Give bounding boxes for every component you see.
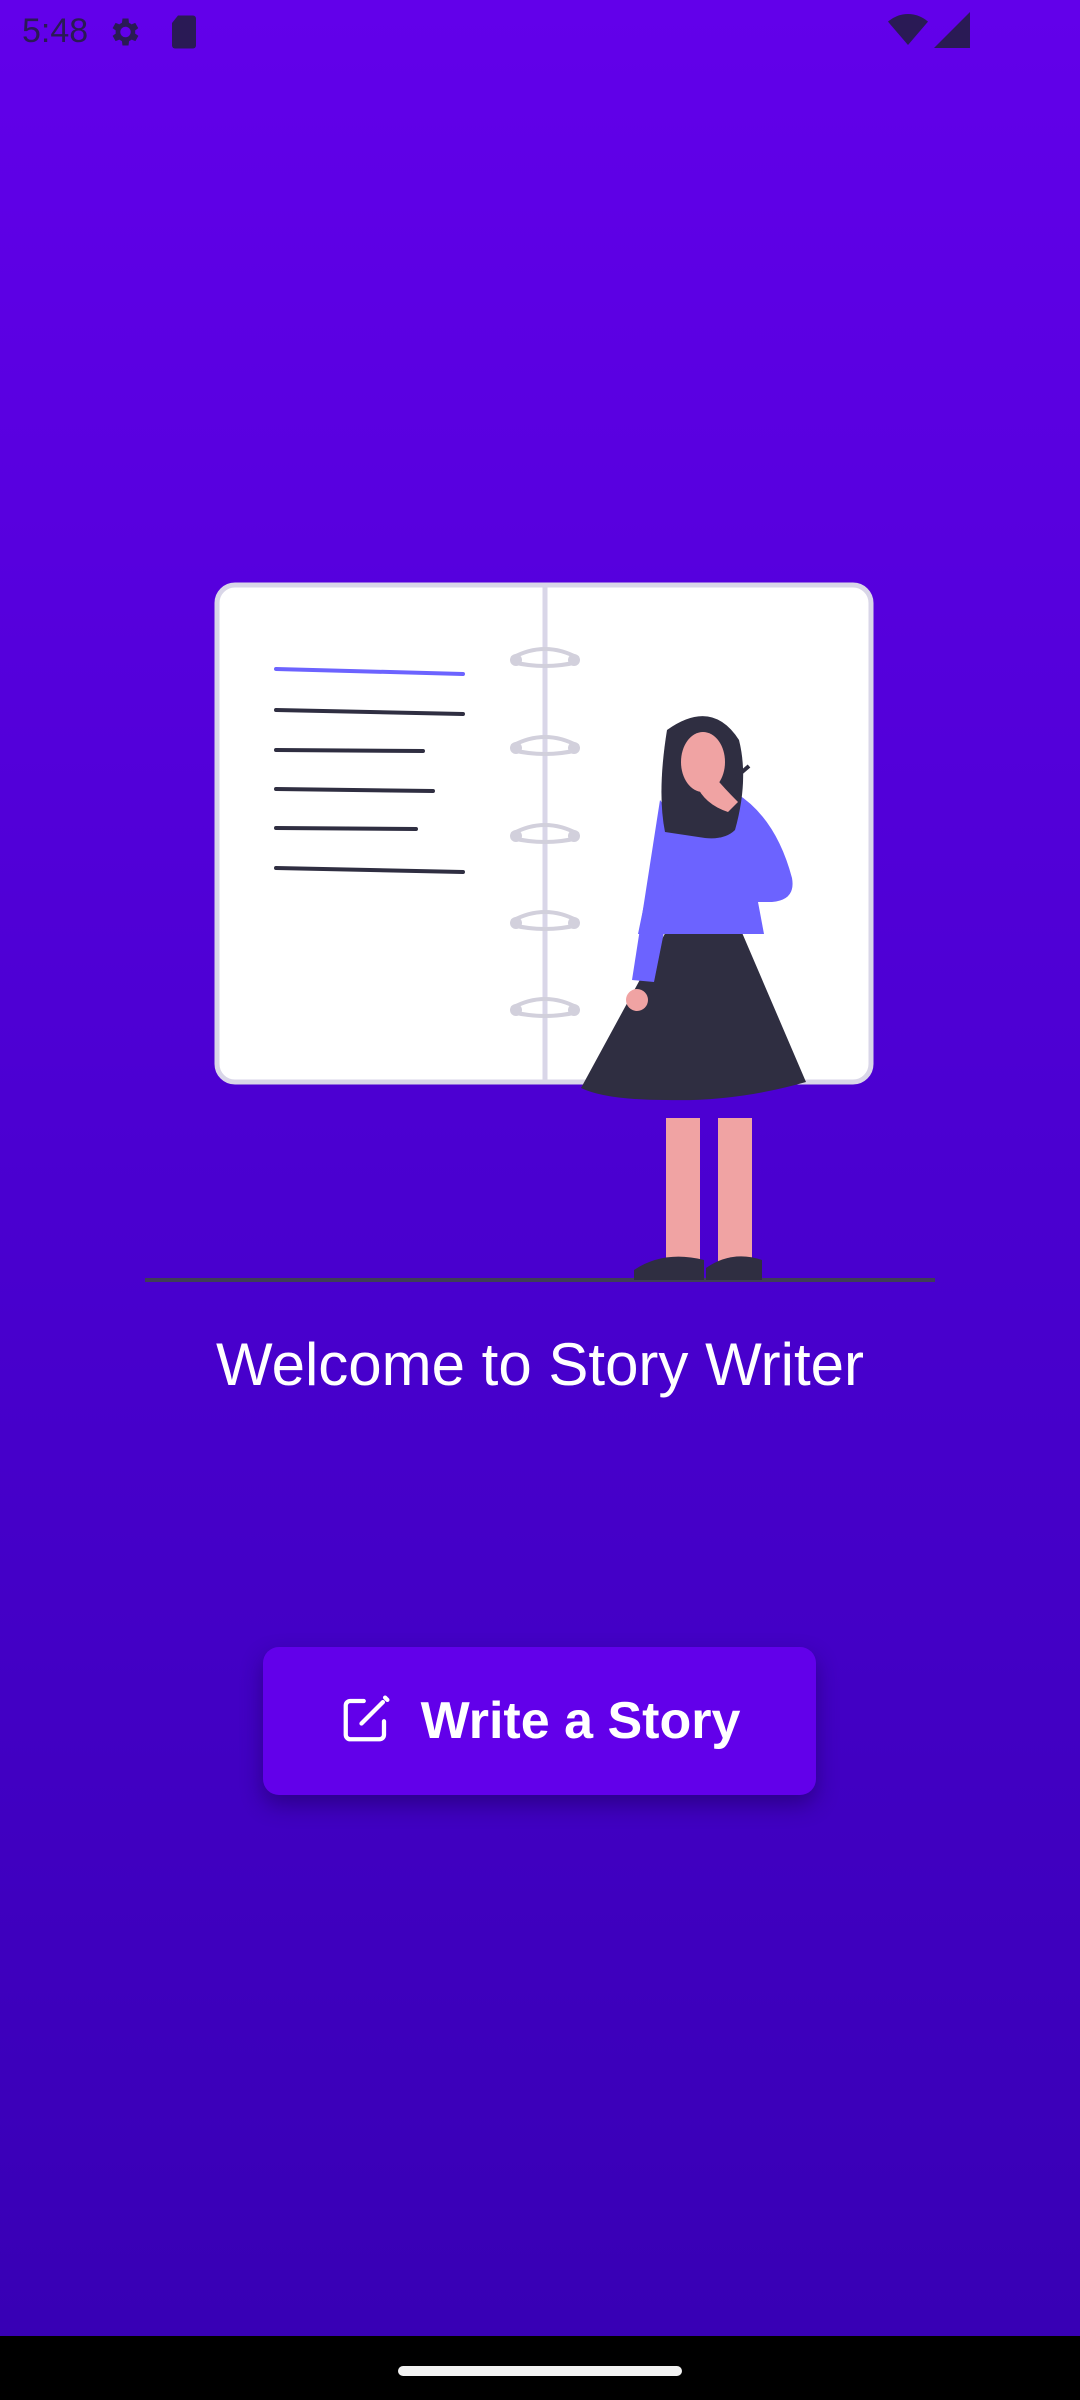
signal-icon: [934, 12, 970, 53]
wifi-icon: [888, 12, 928, 53]
status-bar: 5:48: [0, 0, 1080, 64]
navigation-bar: [0, 2336, 1080, 2400]
write-story-button[interactable]: Write a Story: [263, 1647, 816, 1795]
woman-with-notebook-illustration: [140, 570, 940, 1290]
home-handle[interactable]: [398, 2366, 682, 2376]
write-story-label: Write a Story: [420, 1692, 741, 1750]
settings-icon: [106, 14, 142, 55]
sd-card-icon: [168, 14, 200, 55]
edit-icon: [339, 1692, 393, 1751]
welcome-title: Welcome to Story Writer: [216, 1331, 864, 1398]
status-time: 5:48: [22, 12, 89, 50]
